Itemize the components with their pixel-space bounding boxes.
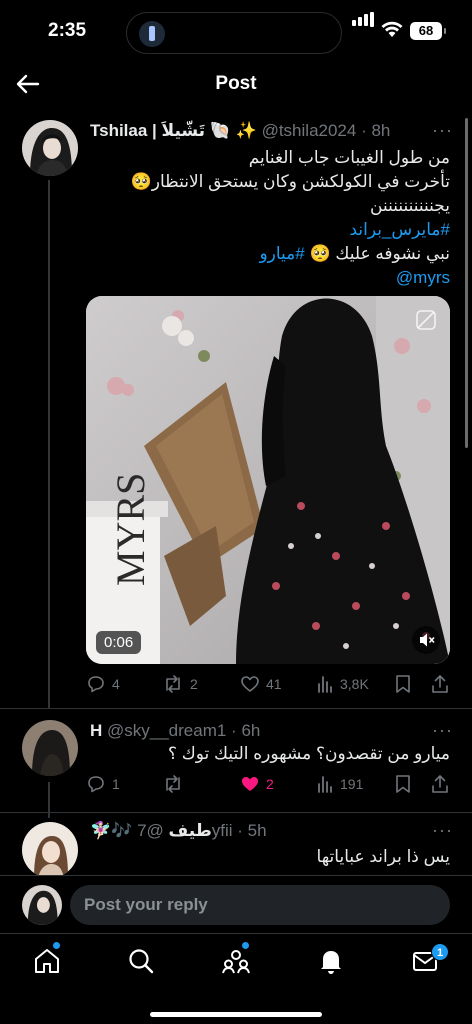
- tweet-line: نبي نشوفه عليك 🥺: [304, 244, 450, 263]
- like-count: 41: [266, 676, 282, 692]
- mute-button[interactable]: [412, 626, 440, 654]
- avatar-image: [22, 720, 78, 776]
- heart-filled-icon: [242, 777, 258, 791]
- current-user-avatar: [22, 885, 62, 925]
- media-settings-icon[interactable]: [414, 308, 438, 332]
- home-icon[interactable]: [32, 946, 62, 976]
- scrollbar[interactable]: [465, 118, 468, 448]
- tweet-text: من طول الغيبات جاب الغنايم تأخرت في الكو…: [100, 146, 450, 290]
- like-count: 2: [266, 776, 274, 792]
- user-handle[interactable]: @sky__dream1: [107, 721, 226, 740]
- bookmark-icon[interactable]: [394, 674, 412, 694]
- avatar-image: [22, 822, 78, 878]
- tweet-time: 8h: [371, 121, 391, 140]
- tweet-user-line: Tshilaa | تَشّيلاَ 🐚 ✨ @tshila2024 · 8h: [90, 121, 391, 140]
- reply-input[interactable]: Post your reply: [70, 885, 450, 925]
- views-count: 3,8K: [340, 676, 369, 692]
- tweet-line: تأخرت في الكولكشن وكان يستحق الانتظار🥺: [130, 172, 450, 191]
- reply-time: 5h: [247, 821, 267, 840]
- status-time: 2:35: [48, 20, 87, 41]
- repost-button[interactable]: 2: [162, 674, 198, 694]
- messages-badge: 1: [431, 943, 449, 961]
- reply-composer-bar: Post your reply: [0, 875, 472, 933]
- bottom-tab-bar: 1: [0, 933, 472, 1024]
- avatar-image: [22, 120, 78, 176]
- notifications-bell-icon[interactable]: [316, 946, 346, 976]
- user-handle[interactable]: @tshila2024: [262, 121, 357, 140]
- share-icon[interactable]: [430, 674, 450, 694]
- communities-icon[interactable]: [221, 946, 251, 976]
- tweet-actions: 4 2 41 3,8K: [86, 674, 456, 698]
- like-button[interactable]: 2: [240, 774, 274, 794]
- more-options-icon[interactable]: ···: [432, 820, 453, 841]
- reply-button[interactable]: 4: [86, 674, 120, 694]
- avatar[interactable]: [22, 120, 78, 176]
- video-player[interactable]: MYRS 0:06: [86, 296, 450, 664]
- share-icon[interactable]: [430, 774, 450, 794]
- communities-notification-dot: [242, 942, 249, 949]
- views-count: 191: [340, 776, 364, 792]
- views-chart-icon: [318, 776, 332, 793]
- video-duration: 0:06: [96, 631, 142, 654]
- top-header: Post: [0, 62, 472, 106]
- repost-icon: [166, 775, 180, 793]
- reply-icon: [88, 676, 104, 693]
- repost-icon: [166, 675, 180, 693]
- like-button[interactable]: 41: [240, 674, 282, 694]
- avatar-image: [22, 885, 62, 925]
- repost-count: 2: [190, 676, 198, 692]
- hashtag-link[interactable]: #ميارو: [259, 244, 304, 263]
- views-button[interactable]: 191: [316, 774, 363, 794]
- divider: [0, 708, 472, 709]
- avatar[interactable]: [22, 720, 78, 776]
- reply-count: 4: [112, 676, 120, 692]
- home-indicator: [150, 1012, 322, 1017]
- tweet-line: من طول الغيبات جاب الغنايم: [248, 148, 450, 167]
- hashtag-link[interactable]: #مايرس_براند: [349, 220, 450, 239]
- mention-link[interactable]: @myrs: [396, 268, 450, 287]
- reply-time: 6h: [241, 721, 261, 740]
- reply-text: ميارو من تقصدون؟ مشهوره التيك توك ؟: [168, 744, 450, 763]
- page-title: Post: [215, 73, 257, 94]
- more-options-icon[interactable]: ···: [432, 120, 453, 141]
- search-icon[interactable]: [126, 946, 156, 976]
- reply-count: 1: [112, 776, 120, 792]
- reply-user-line: H @sky__dream1 · 6h: [90, 721, 261, 740]
- avatar[interactable]: [22, 822, 78, 878]
- thread-line: [48, 180, 50, 708]
- speaker-muted-icon: [420, 633, 435, 647]
- dynamic-island: [126, 12, 342, 54]
- display-name[interactable]: H: [90, 721, 102, 740]
- reply-icon: [88, 776, 104, 793]
- svg-text:MYRS: MYRS: [108, 473, 153, 586]
- repost-button[interactable]: [162, 774, 190, 794]
- video-frame: MYRS: [86, 296, 450, 664]
- reply-button[interactable]: 1: [86, 774, 120, 794]
- views-chart-icon: [318, 676, 332, 693]
- tweet-line: يجننننننننننن: [370, 196, 450, 215]
- home-notification-dot: [53, 942, 60, 949]
- reply-actions: 1 2 191: [86, 774, 456, 798]
- reply-user-line: 🧚🏻‍♀️🎶 طيف @7yfii · 5h: [90, 821, 267, 840]
- bookmark-icon[interactable]: [394, 774, 412, 794]
- more-options-icon[interactable]: ···: [432, 720, 453, 741]
- wifi-icon: [381, 21, 403, 37]
- views-button[interactable]: 3,8K: [316, 674, 369, 694]
- display-name[interactable]: Tshilaa | تَشّيلاَ 🐚 ✨: [90, 121, 257, 140]
- divider: [0, 812, 472, 813]
- heart-icon: [241, 676, 259, 692]
- flashlight-icon: [139, 21, 165, 47]
- reply-text: يس ذا براند عباياتها: [316, 847, 450, 866]
- status-bar: 2:35 68: [0, 0, 472, 64]
- battery-indicator: 68: [410, 22, 446, 40]
